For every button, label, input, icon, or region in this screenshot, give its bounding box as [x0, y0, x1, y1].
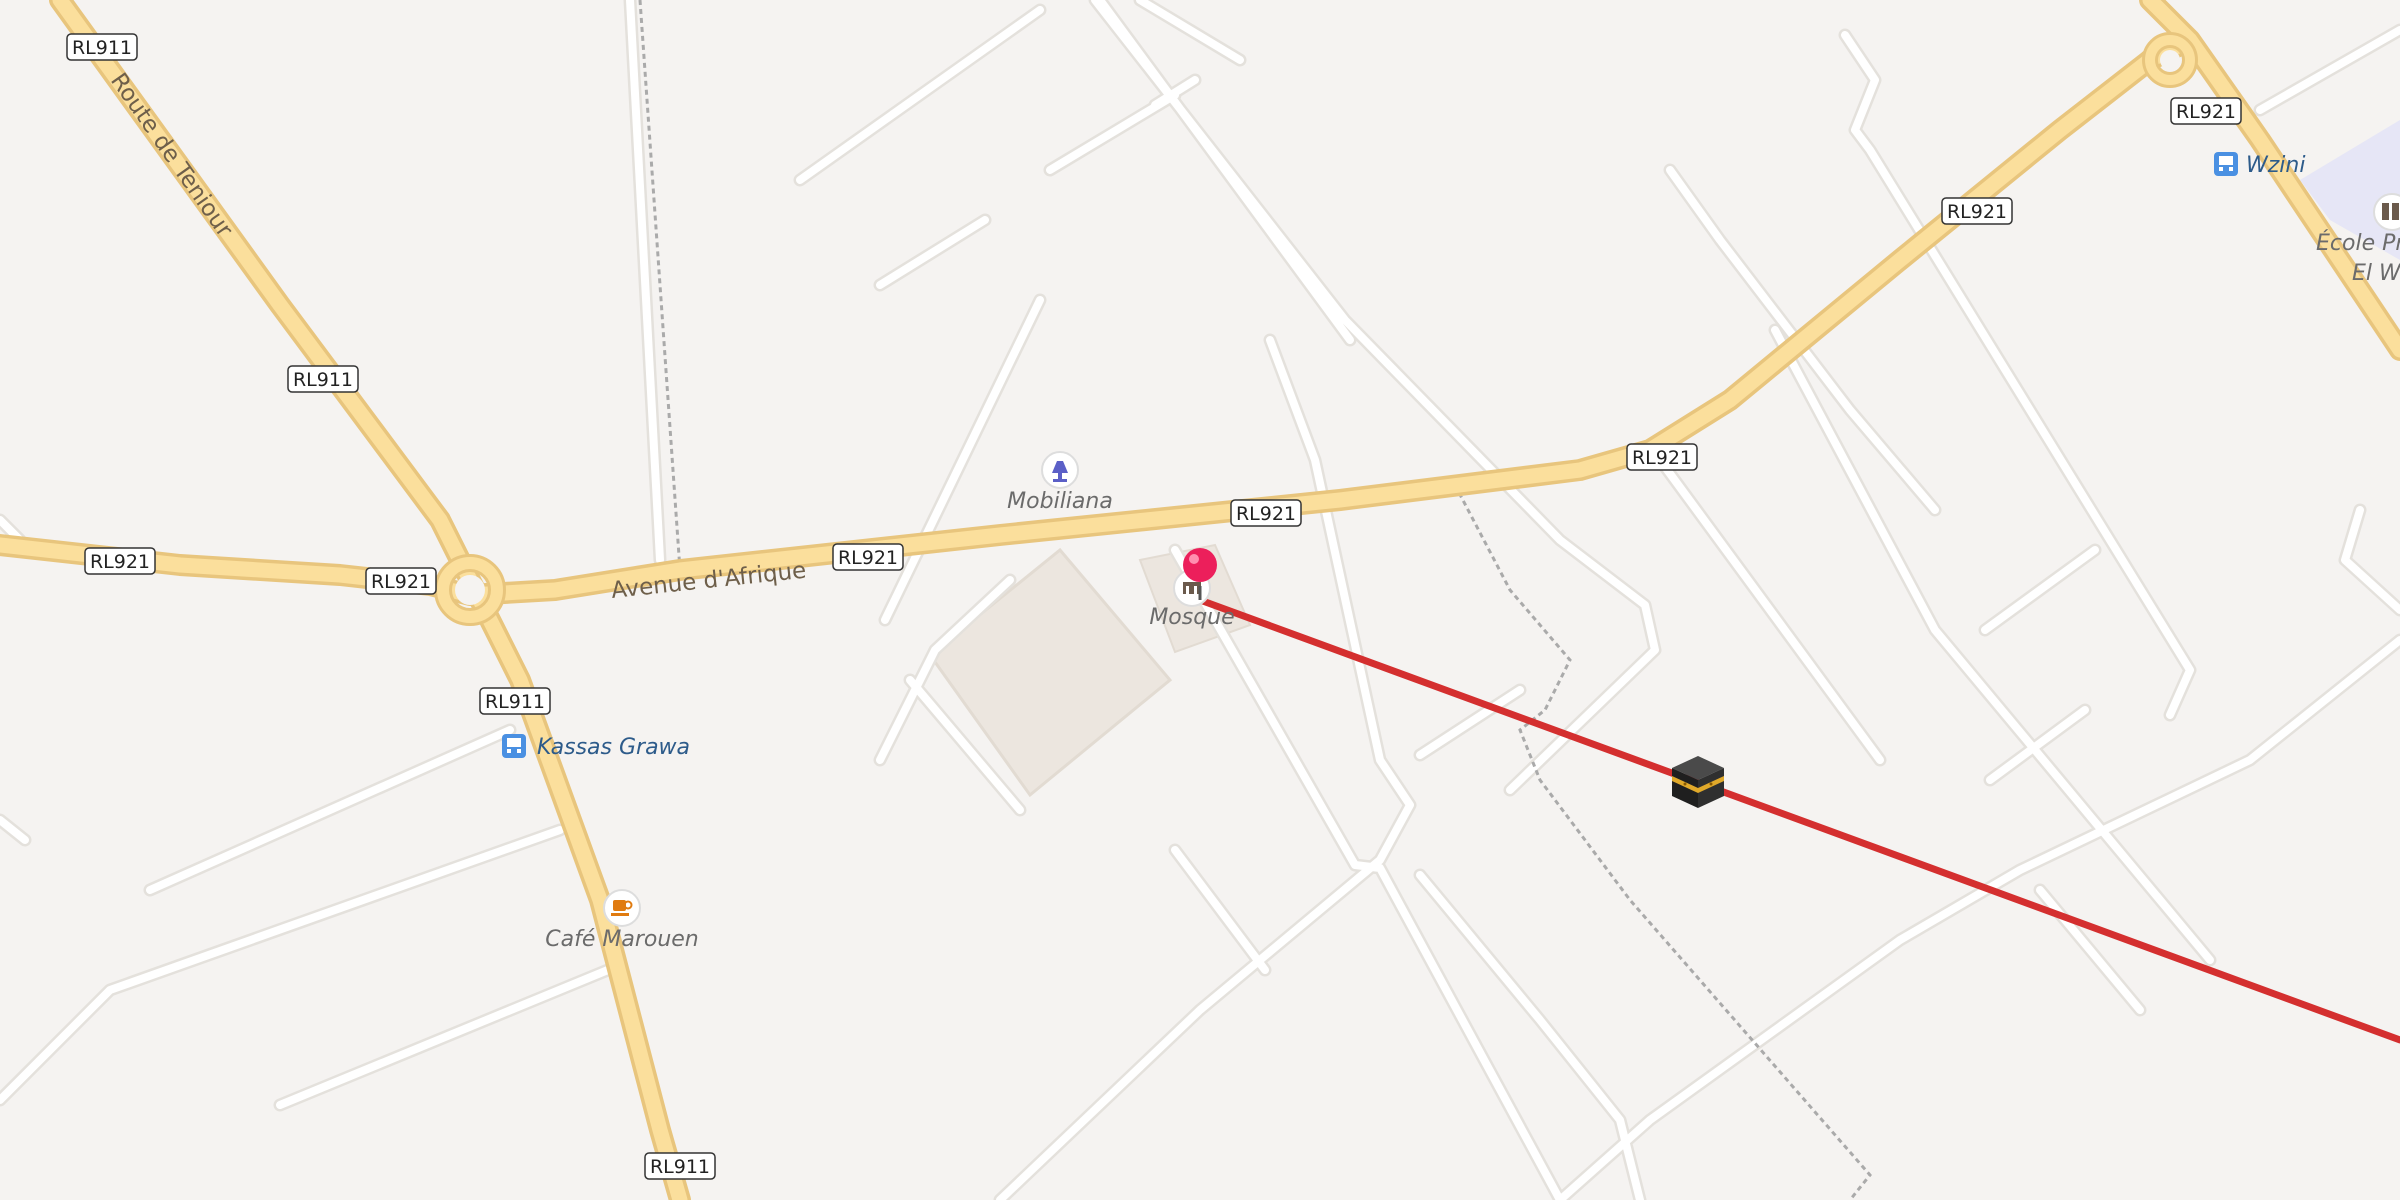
route-shield-label: RL921 [2176, 101, 2236, 123]
poi-label-el-we: El We [2352, 261, 2400, 286]
route-shield-label: RL911 [293, 369, 353, 391]
poi-label-ecole: École Pri [2316, 230, 2400, 256]
route-shield-rl921: RL921 [1941, 197, 2013, 225]
route-shield-rl921: RL921 [2170, 97, 2242, 125]
qibla-route-line [1196, 596, 2400, 1044]
route-shield-rl911: RL911 [479, 687, 551, 715]
route-shield-rl921: RL921 [1626, 443, 1698, 471]
route-shield-rl921: RL921 [84, 547, 156, 575]
route-shield-label: RL921 [1632, 447, 1692, 469]
railway-lines [58, 0, 1872, 1200]
route-shield-rl911: RL911 [66, 33, 138, 61]
route-shield-label: RL911 [485, 691, 545, 713]
poi-label-mobiliana: Mobiliana [1007, 489, 1113, 514]
map-svg[interactable]: Route de Teniour Avenue d'Afrique RL911 R… [0, 0, 2400, 1200]
poi-mobiliana[interactable]: Mobiliana [1007, 451, 1113, 514]
transit-wzini[interactable]: Wzini [2214, 152, 2305, 178]
bus-stop-icon [502, 734, 526, 758]
road-name-route-de-teniour: Route de Teniour [105, 69, 238, 243]
poi-label-mosque: Mosque [1149, 605, 1234, 630]
poi-label-cafe-marouen: Café Marouen [545, 927, 699, 952]
route-shield-label: RL911 [650, 1156, 710, 1178]
poi-cafe-marouen[interactable]: Café Marouen [545, 889, 699, 952]
building-area [927, 547, 1173, 798]
route-shield-rl921: RL921 [832, 543, 904, 571]
route-shield-label: RL921 [1236, 503, 1296, 525]
kaaba-icon[interactable] [1672, 756, 1724, 808]
route-shield-label: RL921 [1947, 201, 2007, 223]
roundabouts [434, 32, 2198, 626]
route-shield-label: RL911 [72, 37, 132, 59]
route-shield-label: RL921 [371, 571, 431, 593]
route-shield-rl921: RL921 [365, 567, 437, 595]
bus-stop-icon [2214, 152, 2238, 176]
route-shield-rl921: RL921 [1230, 499, 1302, 527]
transit-label-wzini: Wzini [2246, 153, 2305, 178]
route-shield-label: RL921 [838, 547, 898, 569]
coffee-icon [611, 900, 633, 916]
road-names: Route de Teniour Avenue d'Afrique [105, 69, 807, 604]
mosque-icon [1183, 582, 1201, 594]
route-shield-rl911: RL911 [644, 1152, 716, 1180]
transit-label-kassas-grawa: Kassas Grawa [537, 735, 690, 760]
route-shield-rl911: RL911 [287, 365, 359, 393]
route-shield-label: RL921 [90, 551, 150, 573]
map-canvas[interactable]: Route de Teniour Avenue d'Afrique RL911 R… [0, 0, 2400, 1200]
